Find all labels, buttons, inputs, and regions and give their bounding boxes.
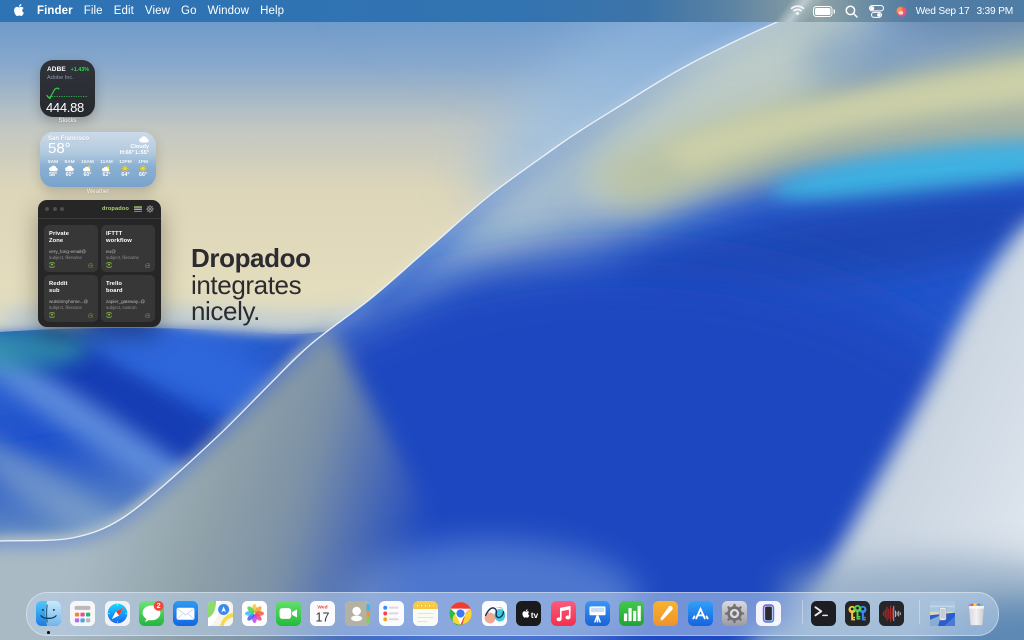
svg-text:tv: tv xyxy=(531,610,539,620)
svg-text:17: 17 xyxy=(316,611,330,625)
svg-text:2: 2 xyxy=(157,602,161,610)
